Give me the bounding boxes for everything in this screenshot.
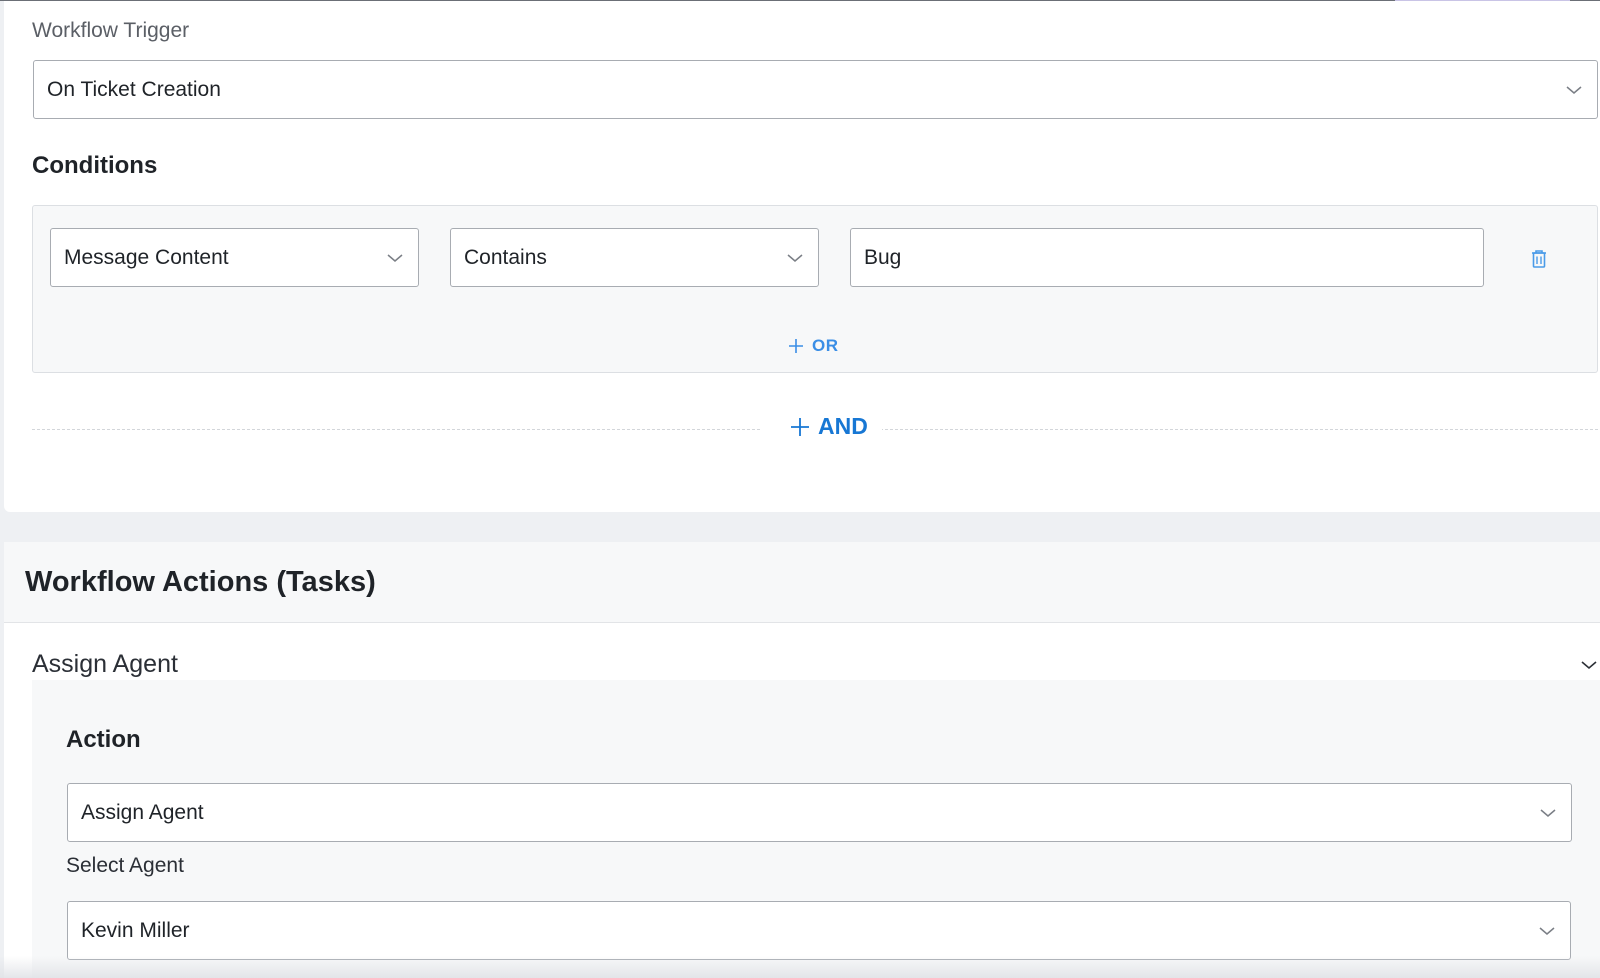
plus-icon [791,417,809,436]
chevron-down-icon [387,253,403,262]
select-agent-label: Select Agent [66,854,184,877]
condition-value-input[interactable]: Bug [850,228,1484,287]
chevron-down-icon [1539,926,1555,935]
add-and-button[interactable]: AND [776,413,882,440]
add-or-button[interactable]: OR [788,336,839,356]
trash-icon[interactable] [1527,247,1551,271]
action-accordion-title[interactable]: Assign Agent [32,650,178,679]
workflow-trigger-value: On Ticket Creation [47,77,221,101]
select-agent-dropdown[interactable]: Kevin Miller [67,901,1571,960]
condition-value-text: Bug [864,245,902,269]
chevron-down-icon [787,253,803,262]
add-and-label: AND [818,413,868,439]
dashed-line-right [870,429,1598,430]
condition-field-select[interactable]: Message Content [50,228,419,287]
workflow-actions-title: Workflow Actions (Tasks) [4,542,1600,623]
add-or-label: OR [812,336,839,355]
action-heading: Action [66,726,141,753]
chevron-down-icon [1540,808,1556,817]
workflow-actions-card: Workflow Actions (Tasks) Assign Agent Ac… [4,542,1600,978]
dashed-line-left [32,429,760,430]
workflow-trigger-select[interactable]: On Ticket Creation [33,60,1598,119]
and-divider: AND [32,413,1598,443]
condition-field-value: Message Content [64,245,229,269]
select-agent-value: Kevin Miller [81,918,190,942]
workflow-trigger-label: Workflow Trigger [32,19,190,42]
plus-icon [789,339,803,353]
conditions-title: Conditions [32,152,158,179]
action-type-select[interactable]: Assign Agent [67,783,1572,842]
action-accordion-body: Action Assign Agent Select Agent Kevin M… [32,680,1600,978]
condition-operator-value: Contains [464,245,547,269]
chevron-down-icon[interactable] [1580,659,1598,671]
action-type-value: Assign Agent [81,800,204,824]
condition-operator-select[interactable]: Contains [450,228,819,287]
chevron-down-icon [1566,85,1582,94]
